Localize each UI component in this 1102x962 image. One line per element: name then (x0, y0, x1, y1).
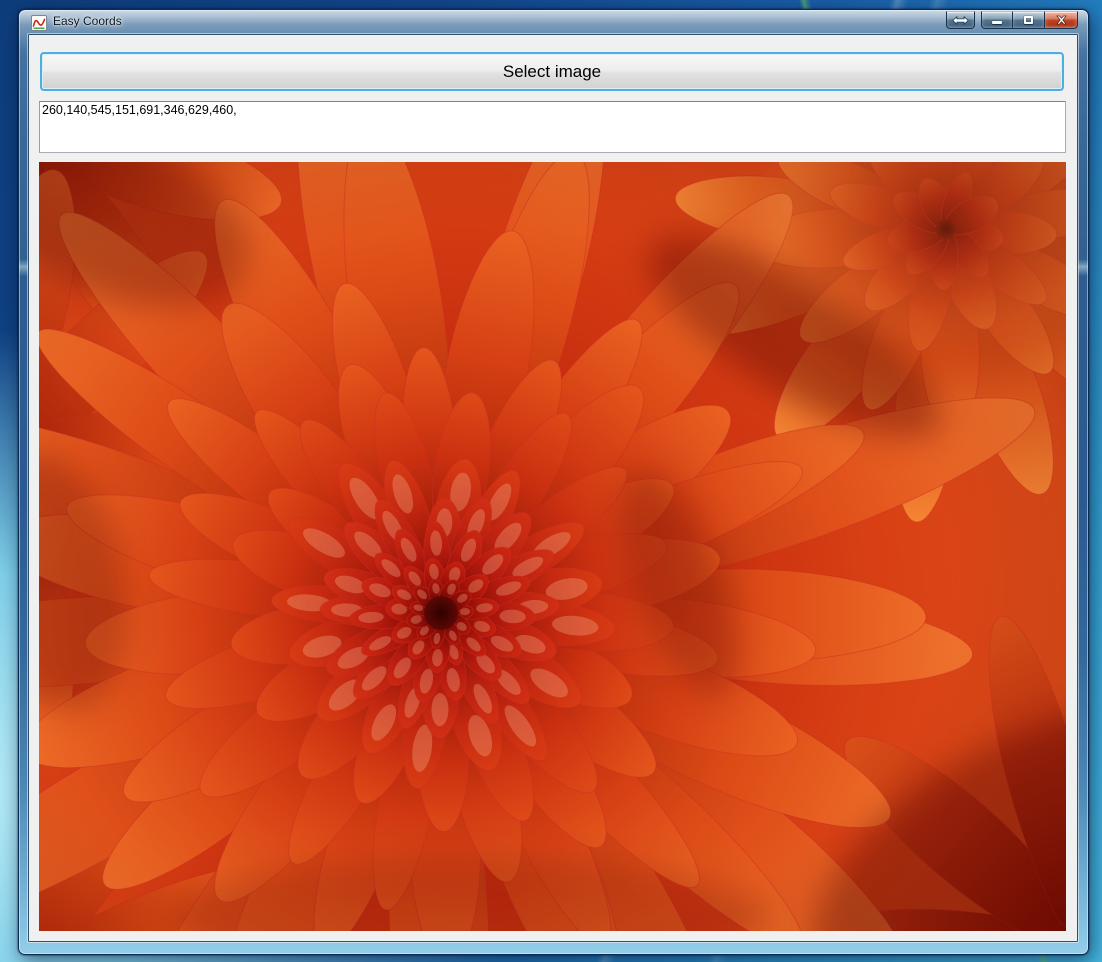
line-chart-icon (31, 15, 47, 31)
double-horizontal-arrow-icon (952, 15, 969, 25)
maximize-icon (1024, 16, 1033, 24)
chrysanthemum-photo (39, 162, 1066, 931)
window-title: Easy Coords (53, 14, 122, 28)
select-image-button[interactable]: Select image (40, 52, 1064, 91)
close-x-icon (1055, 15, 1067, 25)
resize-button[interactable] (946, 11, 975, 29)
minimize-button[interactable] (981, 11, 1013, 29)
easy-coords-window: Easy Coords Select image 260,140,545,151… (18, 9, 1089, 955)
minimize-icon (992, 20, 1002, 24)
coordinate-picker-image[interactable] (39, 162, 1066, 931)
title-bar[interactable]: Easy Coords (19, 10, 1088, 34)
window-content: Select image 260,140,545,151,691,346,629… (28, 34, 1078, 942)
maximize-button[interactable] (1013, 11, 1045, 29)
close-button[interactable] (1045, 11, 1078, 29)
coordinates-textbox[interactable]: 260,140,545,151,691,346,629,460, (39, 101, 1066, 153)
